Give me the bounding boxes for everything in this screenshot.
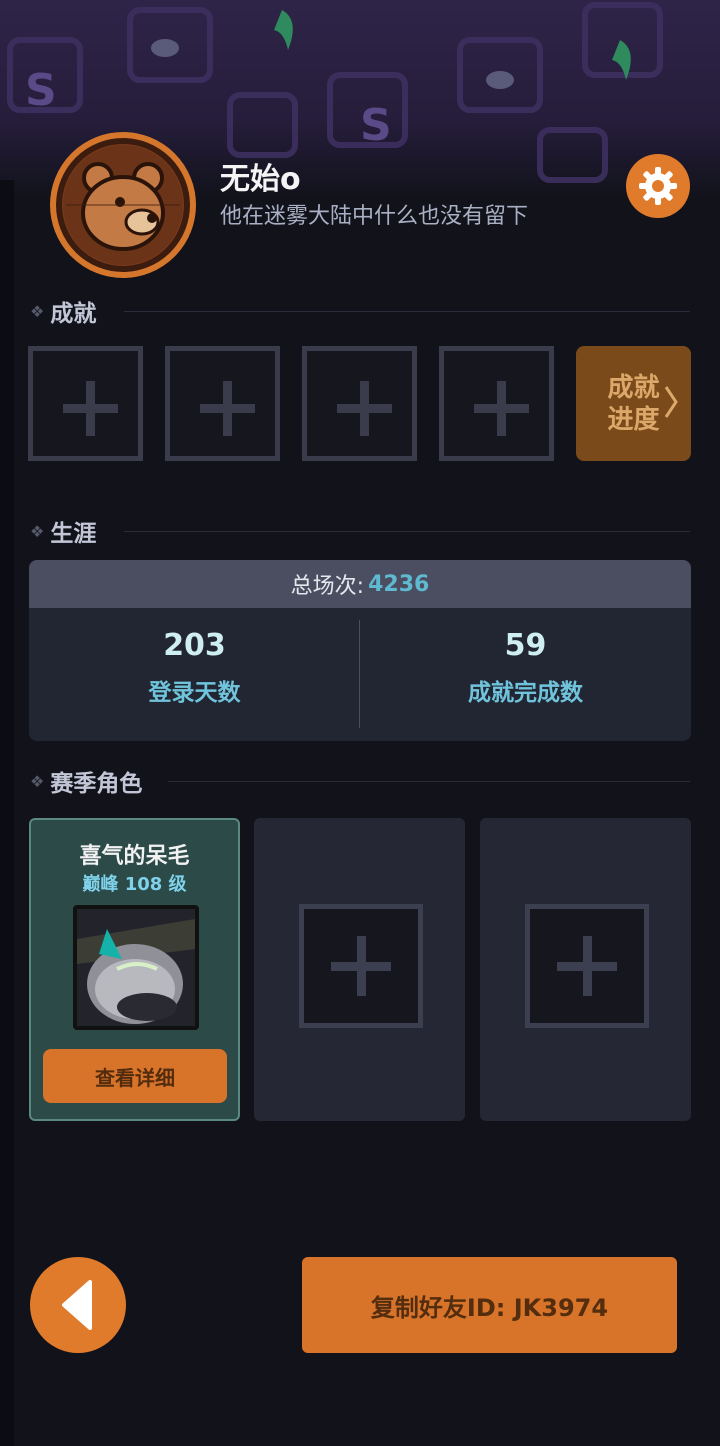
character-name: 喜气的呆毛 bbox=[79, 844, 190, 869]
achievements-title-label: 成就 bbox=[50, 301, 97, 327]
plus-icon bbox=[331, 936, 391, 996]
achievement-progress-button[interactable]: 成就进度 bbox=[576, 346, 691, 461]
career-stats-panel: 总场次: 4236 203 登录天数 59 成就完成数 bbox=[29, 560, 691, 741]
settings-button[interactable] bbox=[626, 154, 690, 218]
section-divider bbox=[124, 531, 690, 532]
back-arrow-icon bbox=[62, 1280, 92, 1330]
character-add-slot[interactable] bbox=[299, 904, 423, 1028]
season-characters-title-label: 赛季角色 bbox=[50, 771, 143, 797]
achievement-slot-empty[interactable] bbox=[302, 346, 417, 461]
stat-value: 203 bbox=[163, 628, 226, 663]
profile-header: 无始o 他在迷雾大陆中什么也没有留下 bbox=[50, 132, 690, 278]
left-edge-strip bbox=[0, 180, 14, 1446]
achievement-progress-label: 成就进度 bbox=[607, 372, 660, 435]
achievement-slot-empty[interactable] bbox=[28, 346, 143, 461]
total-matches-value: 4236 bbox=[368, 571, 430, 597]
season-characters-section-title: ❖ 赛季角色 bbox=[30, 766, 143, 797]
back-button[interactable] bbox=[30, 1257, 126, 1353]
plus-icon bbox=[200, 381, 255, 436]
gear-icon bbox=[639, 167, 677, 205]
stat-achievements-completed: 59 成就完成数 bbox=[360, 628, 691, 707]
copy-friend-id-button[interactable]: 复制好友ID: JK3974 bbox=[302, 1257, 677, 1353]
diamond-bullet-icon: ❖ bbox=[30, 521, 45, 541]
chevron-right-icon bbox=[664, 386, 678, 418]
section-divider bbox=[124, 311, 690, 312]
character-portrait-image bbox=[77, 909, 195, 1026]
total-matches-label: 总场次: bbox=[290, 574, 365, 599]
character-portrait bbox=[73, 905, 199, 1030]
pattern-s-glyph: S bbox=[25, 65, 57, 116]
character-slot-empty[interactable] bbox=[254, 818, 465, 1121]
plus-icon bbox=[474, 381, 529, 436]
view-details-button[interactable]: 查看详细 bbox=[43, 1049, 227, 1103]
diamond-bullet-icon: ❖ bbox=[30, 301, 45, 321]
bear-avatar-icon bbox=[63, 145, 183, 265]
diamond-bullet-icon: ❖ bbox=[30, 771, 45, 791]
achievements-section-title: ❖ 成就 bbox=[30, 296, 97, 327]
stat-label: 成就完成数 bbox=[468, 680, 583, 706]
stat-label: 登录天数 bbox=[148, 680, 241, 706]
plus-icon bbox=[63, 381, 118, 436]
character-add-slot[interactable] bbox=[525, 904, 649, 1028]
plus-icon bbox=[337, 381, 392, 436]
user-signature: 他在迷雾大陆中什么也没有留下 bbox=[220, 204, 529, 229]
stat-value: 59 bbox=[504, 628, 547, 663]
username: 无始o bbox=[220, 162, 301, 197]
stat-login-days: 203 登录天数 bbox=[29, 628, 360, 707]
career-title-label: 生涯 bbox=[50, 521, 97, 547]
section-divider bbox=[168, 781, 690, 782]
total-matches-header: 总场次: 4236 bbox=[29, 560, 691, 608]
character-level: 巅峰 108 级 bbox=[82, 874, 187, 895]
achievement-slot-empty[interactable] bbox=[439, 346, 554, 461]
character-card[interactable]: 喜气的呆毛 巅峰 108 级 查看详细 bbox=[29, 818, 240, 1121]
character-slot-empty[interactable] bbox=[480, 818, 691, 1121]
achievement-slot-empty[interactable] bbox=[165, 346, 280, 461]
avatar[interactable] bbox=[50, 132, 196, 278]
plus-icon bbox=[557, 936, 617, 996]
career-section-title: ❖ 生涯 bbox=[30, 516, 97, 547]
